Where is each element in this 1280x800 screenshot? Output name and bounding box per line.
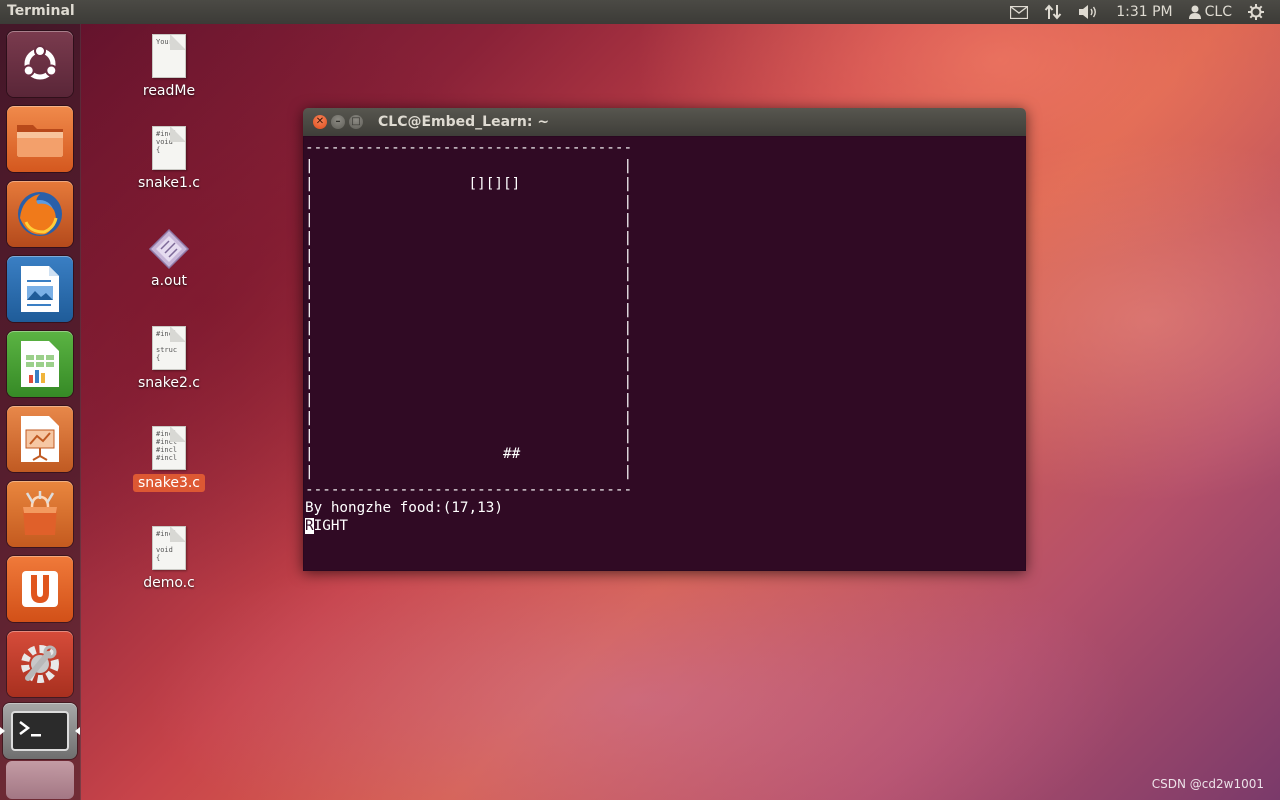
calc-launcher[interactable]	[7, 331, 73, 397]
game-board: -------------------------------------- |…	[305, 140, 633, 498]
desktop-file-demo[interactable]: #incl void { demo.c	[124, 526, 214, 592]
text-cursor: R	[305, 518, 314, 534]
calc-icon	[21, 341, 59, 387]
maximize-button[interactable]: □	[349, 115, 363, 129]
shopping-bag-icon	[23, 491, 57, 535]
desktop-file-label: a.out	[151, 273, 187, 289]
volume-icon[interactable]	[1070, 0, 1108, 24]
status-line: By hongzhe food:(17,13)	[305, 500, 503, 516]
active-app-title: Terminal	[7, 3, 75, 19]
window-titlebar[interactable]: ✕ – □ CLC@Embed_Learn: ~	[303, 108, 1026, 136]
user-icon	[1188, 5, 1201, 19]
clock[interactable]: 1:31 PM	[1108, 0, 1180, 24]
impress-launcher[interactable]	[7, 406, 73, 472]
launcher	[0, 24, 81, 800]
network-icon[interactable]	[1036, 0, 1070, 24]
running-indicator-left	[0, 727, 5, 735]
desktop-file-aout[interactable]: a.out	[124, 228, 214, 290]
text-file-icon: #incl void {	[152, 126, 186, 170]
ubuntu-one-icon	[22, 571, 58, 607]
firefox-icon	[18, 192, 62, 236]
desktop-file-label: snake3.c	[132, 474, 206, 492]
desktop-file-readme[interactable]: Your readMe	[124, 34, 214, 100]
text-file-icon: #incl struc {	[152, 326, 186, 370]
writer-launcher[interactable]	[7, 256, 73, 322]
top-panel: Terminal 1:31 PM CLC	[0, 0, 1280, 24]
desktop-file-label: demo.c	[143, 575, 195, 591]
settings-icon	[21, 645, 59, 683]
desktop-file-snake2[interactable]: #incl struc { snake2.c	[124, 326, 214, 392]
desktop-file-label: readMe	[142, 83, 196, 99]
text-file-icon: #incl void {	[152, 526, 186, 570]
desktop-file-snake1[interactable]: #incl void { snake1.c	[124, 126, 214, 192]
terminal-output[interactable]: -------------------------------------- |…	[303, 136, 1026, 571]
terminal-window[interactable]: ✕ – □ CLC@Embed_Learn: ~ ---------------…	[303, 108, 1026, 571]
system-settings-launcher[interactable]	[7, 631, 73, 697]
user-menu[interactable]: CLC	[1181, 0, 1240, 24]
ubuntu-one-launcher[interactable]	[7, 556, 73, 622]
terminal-icon	[11, 711, 69, 751]
direction-text: IGHT	[313, 518, 349, 534]
minimize-button[interactable]: –	[331, 115, 345, 129]
launcher-trash-partial	[6, 761, 74, 799]
desktop-file-snake3[interactable]: #incl #incl #incl #incl snake3.c	[124, 426, 214, 492]
text-file-icon: Your	[152, 34, 186, 78]
close-button[interactable]: ✕	[313, 115, 327, 129]
status-lines: By hongzhe food:(17,13) RIGHT	[305, 499, 503, 535]
dash-home-button[interactable]	[7, 31, 73, 97]
window-title: CLC@Embed_Learn: ~	[378, 114, 550, 130]
terminal-launcher[interactable]	[3, 703, 77, 759]
software-center-launcher[interactable]	[7, 481, 73, 547]
gear-icon[interactable]	[1240, 0, 1272, 24]
files-launcher[interactable]	[7, 106, 73, 172]
desktop-file-label: snake2.c	[137, 375, 201, 391]
running-indicator-right	[75, 727, 80, 735]
firefox-launcher[interactable]	[7, 181, 73, 247]
watermark: CSDN @cd2w1001	[1151, 777, 1264, 791]
mail-icon[interactable]	[1002, 0, 1036, 24]
ubuntu-logo-icon	[22, 45, 58, 80]
indicator-area: 1:31 PM CLC	[1002, 0, 1272, 24]
user-name: CLC	[1204, 4, 1232, 20]
text-file-icon: #incl #incl #incl #incl	[152, 426, 186, 470]
executable-icon	[148, 228, 190, 270]
writer-icon	[21, 266, 59, 312]
folder-icon	[17, 125, 63, 157]
desktop-file-label: snake1.c	[137, 175, 201, 191]
impress-icon	[21, 416, 59, 462]
